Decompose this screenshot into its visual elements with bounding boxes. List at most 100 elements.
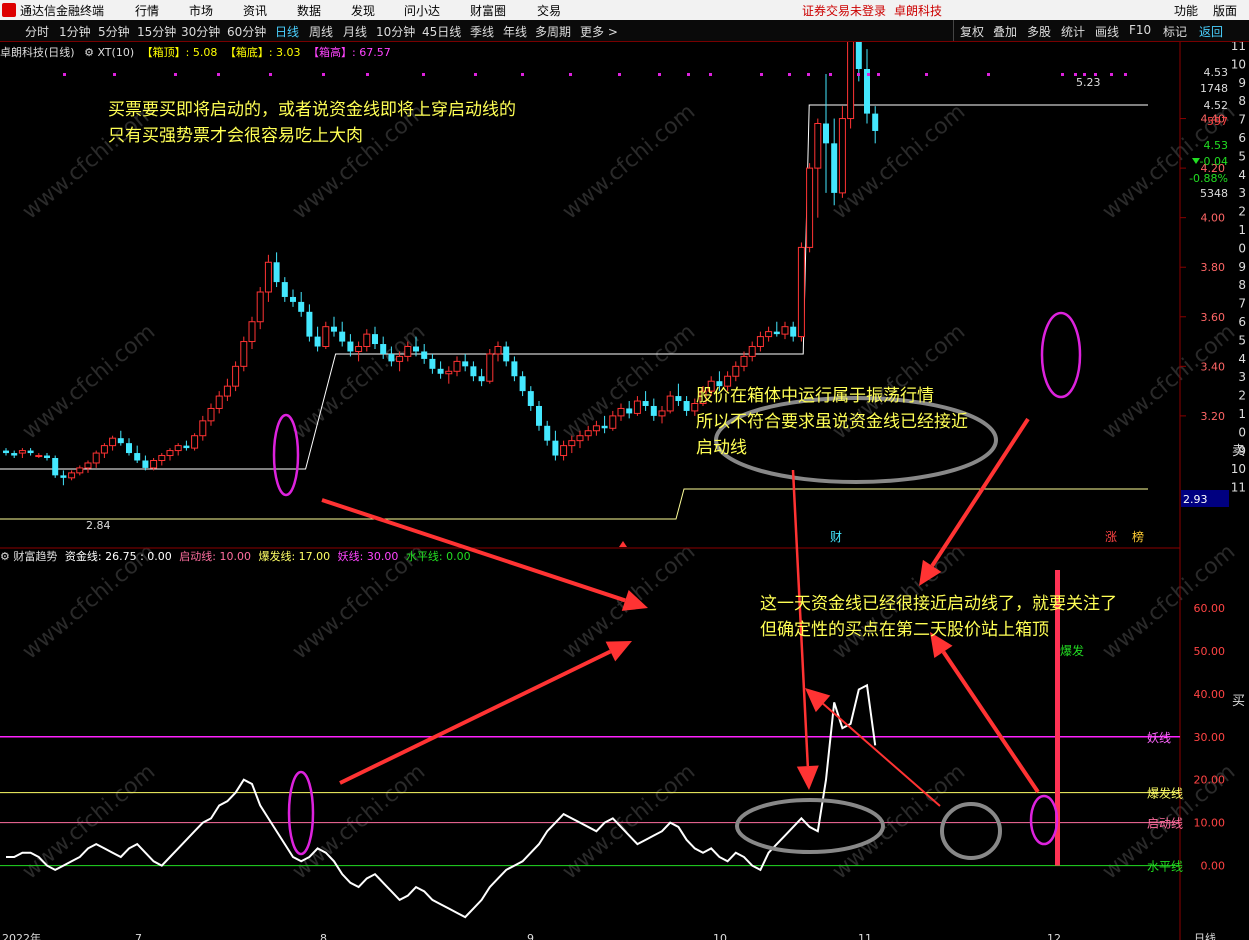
high-price-marker: 5.23 xyxy=(1076,76,1101,89)
event-dot xyxy=(877,73,880,76)
box-height-value: 【箱高】: 67.57 xyxy=(308,46,391,59)
candle-body-up xyxy=(576,435,584,442)
mark-button[interactable]: 标记 xyxy=(1163,23,1187,40)
event-marker-icon xyxy=(619,541,627,547)
login-notice[interactable]: 证券交易未登录 xyxy=(802,2,886,19)
f10-button[interactable]: F10 xyxy=(1129,23,1151,37)
candle-body-up xyxy=(322,326,330,348)
candle-body-down xyxy=(27,450,34,454)
date-axis-label: 7 xyxy=(135,932,142,940)
indicator-name[interactable]: XT(10) xyxy=(97,46,134,59)
event-dot xyxy=(1061,73,1064,76)
watermark-text: www.cfchi.com xyxy=(558,99,700,224)
tab-60min[interactable]: 60分钟 xyxy=(227,23,266,40)
event-dot xyxy=(709,73,712,76)
candle-body-up xyxy=(609,415,617,429)
tab-fenshi[interactable]: 分时 xyxy=(25,23,49,40)
candle-body-up xyxy=(568,440,576,447)
tab-weekly[interactable]: 周线 xyxy=(309,23,333,40)
candle-body-up xyxy=(560,445,568,457)
menu-zixun[interactable]: 资讯 xyxy=(243,2,267,19)
tab-yearly[interactable]: 年线 xyxy=(503,23,527,40)
candle-body-up xyxy=(781,326,789,335)
candle-body-up xyxy=(748,346,756,357)
annotation-line: 所以不符合要求虽说资金线已经接近 xyxy=(696,412,968,432)
multi-stock-button[interactable]: 多股 xyxy=(1027,23,1051,40)
cai-tag: 财 xyxy=(830,530,842,544)
tab-15min[interactable]: 15分钟 xyxy=(137,23,176,40)
tab-1min[interactable]: 1分钟 xyxy=(59,23,91,40)
candle-body-down xyxy=(117,438,124,444)
candle-body-up xyxy=(248,321,256,343)
candle-body-down xyxy=(126,443,132,454)
candle-body-up xyxy=(76,467,84,474)
candle-body-down xyxy=(281,282,288,297)
annotation-buy-point: 这一天资金线已经很接近启动线了，就要关注了 但确定性的买点在第二天股价站上箱顶 xyxy=(760,591,1117,643)
demon-line-value: 妖线: 30.00 xyxy=(337,550,399,563)
tab-more[interactable]: 更多 > xyxy=(580,23,618,40)
candle-body-up xyxy=(486,353,494,382)
tab-5min[interactable]: 5分钟 xyxy=(98,23,130,40)
candle-body-up xyxy=(240,341,248,367)
period-tab-bar: 分时 1分钟 5分钟 15分钟 30分钟 60分钟 日线 周线 月线 10分钟 … xyxy=(0,20,1249,42)
candle-body-down xyxy=(142,460,149,468)
title-bar: 通达信金融终端 行情 市场 资讯 数据 发现 问小达 财富圈 交易 证券交易未登… xyxy=(0,0,1249,20)
burst-line-label: 爆发线 xyxy=(1147,786,1183,801)
candle-body-up xyxy=(150,459,158,469)
candle-body-up xyxy=(256,291,264,323)
candle-body-up xyxy=(592,425,600,432)
menu-wenxiaoda[interactable]: 问小达 xyxy=(404,2,440,19)
draw-line-button[interactable]: 画线 xyxy=(1095,23,1119,40)
menu-hangqing[interactable]: 行情 xyxy=(135,2,159,19)
tab-monthly[interactable]: 月线 xyxy=(343,23,367,40)
candle-body-down xyxy=(421,351,428,359)
candle-body-down xyxy=(511,361,518,377)
settings-icon[interactable]: ⚙ xyxy=(84,46,94,59)
stats-button[interactable]: 统计 xyxy=(1061,23,1085,40)
event-dot xyxy=(521,73,524,76)
candle-body-down xyxy=(183,445,190,449)
candle-body-down xyxy=(331,326,337,332)
candle-body-down xyxy=(413,346,419,352)
candle-body-down xyxy=(314,336,321,347)
menu-function[interactable]: 功能 xyxy=(1174,2,1198,19)
tab-daily[interactable]: 日线 xyxy=(275,23,299,40)
burst-line-value: 爆发线: 17.00 xyxy=(258,550,331,563)
event-dot xyxy=(63,73,66,76)
candle-body-down xyxy=(503,346,510,362)
annotation-buy-advice: 买票要买即将启动的，或者说资金线即将上穿启动线的 只有买强势票才会很容易吃上大肉 xyxy=(108,97,516,149)
tab-quarterly[interactable]: 季线 xyxy=(470,23,494,40)
sub-info-bar: ⚙ 财富趋势 资金线: 26.75 : 0.00 启动线: 10.00 爆发线:… xyxy=(0,548,471,564)
candle-body-up xyxy=(355,346,363,352)
tab-30min[interactable]: 30分钟 xyxy=(181,23,220,40)
candle-body-up xyxy=(18,450,26,454)
overlay-button[interactable]: 叠加 xyxy=(993,23,1017,40)
sub-indicator-name[interactable]: 财富趋势 xyxy=(13,550,57,563)
settings-icon[interactable]: ⚙ xyxy=(0,550,10,563)
right-axis-panel xyxy=(1181,41,1249,940)
menu-caifuquan[interactable]: 财富圈 xyxy=(470,2,506,19)
annotation-line: 但确定性的买点在第二天股价站上箱顶 xyxy=(760,620,1049,640)
menu-jiaoyi[interactable]: 交易 xyxy=(537,2,561,19)
menu-shuju[interactable]: 数据 xyxy=(297,2,321,19)
tab-multi-period[interactable]: 多周期 xyxy=(535,23,571,40)
back-button[interactable]: 返回 xyxy=(1199,23,1223,40)
candle-body-down xyxy=(60,475,67,478)
annotation-line: 只有买强势票才会很容易吃上大肉 xyxy=(108,126,363,146)
annotation-line: 启动线 xyxy=(696,438,747,458)
date-axis-label: 8 xyxy=(320,932,327,940)
event-dot xyxy=(925,73,928,76)
menu-layout[interactable]: 版面 xyxy=(1213,2,1237,19)
candle-body-down xyxy=(3,450,9,454)
stock-title: 卓朗科技 xyxy=(894,4,943,18)
event-dot xyxy=(788,73,791,76)
tab-45day[interactable]: 45日线 xyxy=(422,23,461,40)
date-axis-label: 11 xyxy=(858,932,872,940)
candle-body-down xyxy=(429,358,436,369)
menu-shichang[interactable]: 市场 xyxy=(189,2,213,19)
candle-body-down xyxy=(273,262,280,283)
tab-10min[interactable]: 10分钟 xyxy=(376,23,415,40)
fuquan-button[interactable]: 复权 xyxy=(960,23,984,40)
menu-faxian[interactable]: 发现 xyxy=(351,2,375,19)
candle-body-up xyxy=(232,365,240,387)
